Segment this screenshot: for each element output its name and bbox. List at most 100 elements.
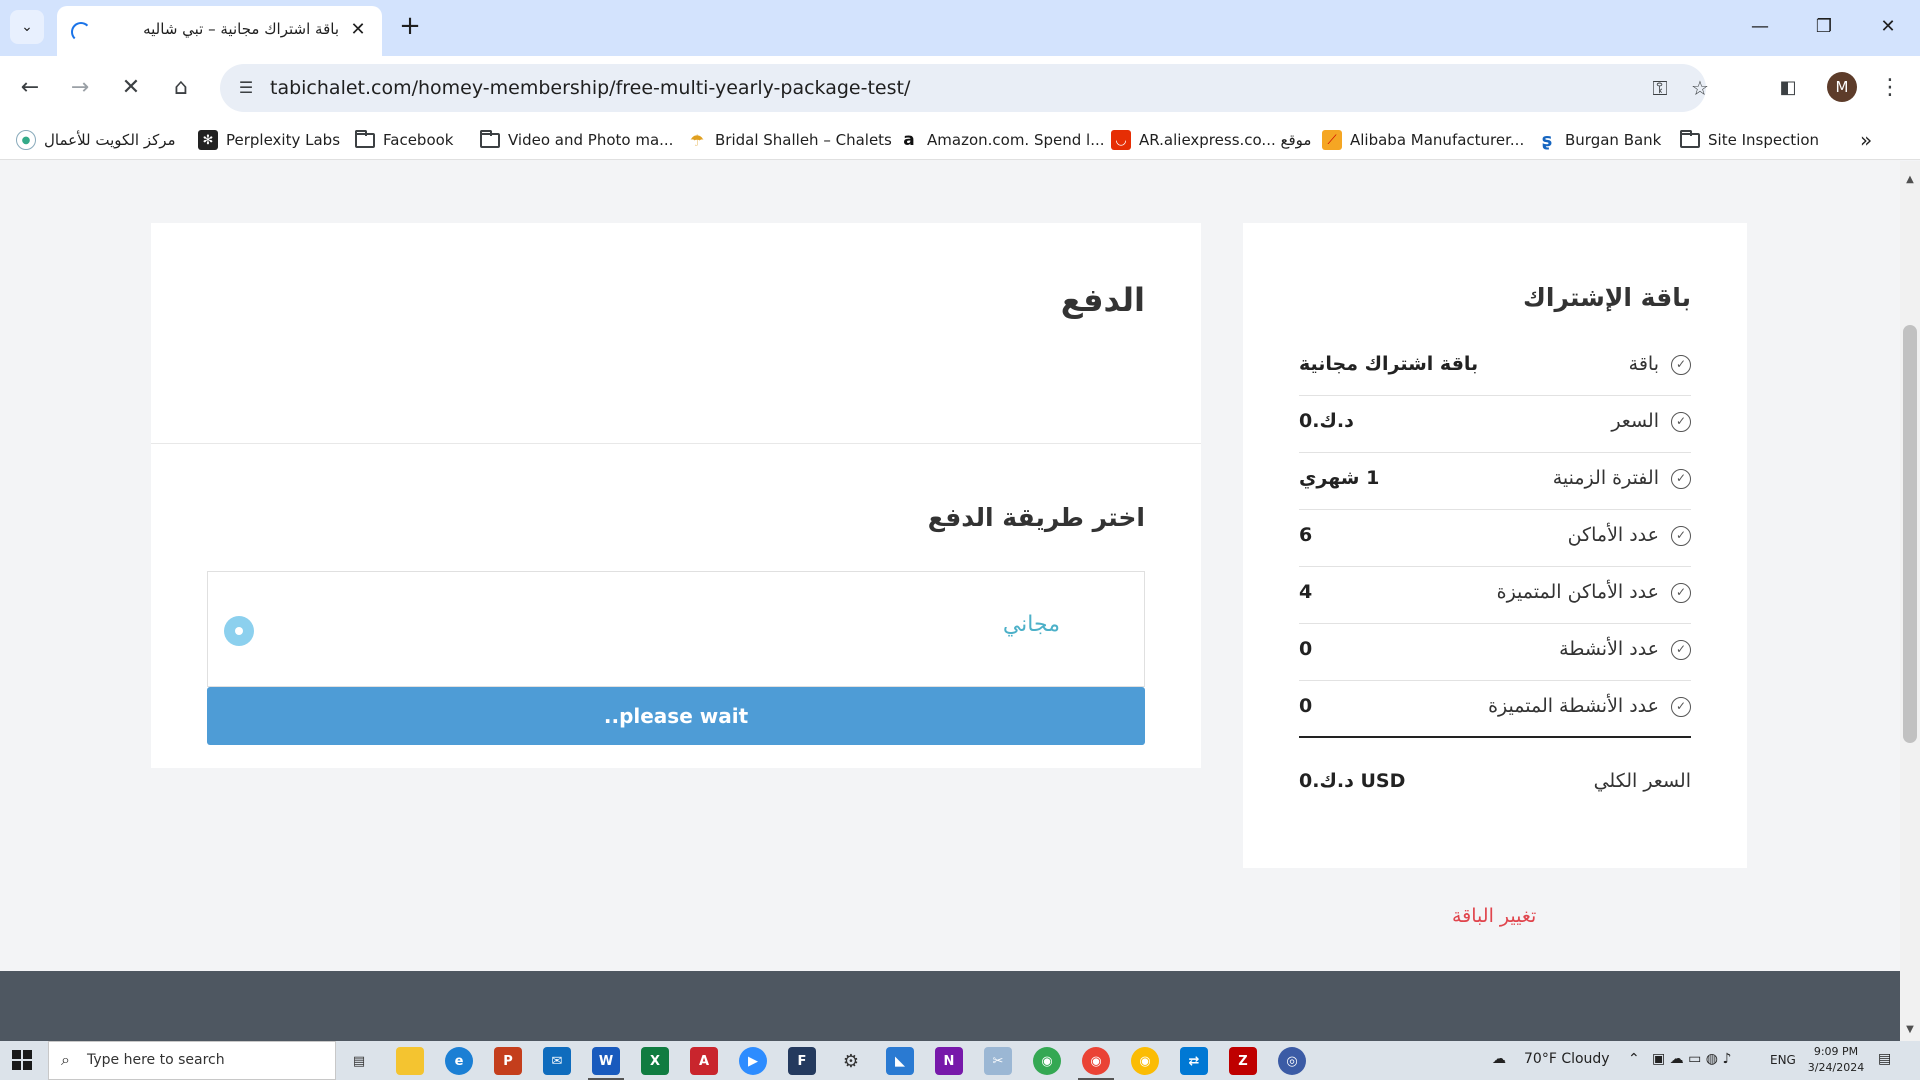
package-row-label: عدد الأنشطة المتميزة [1488,695,1659,717]
package-row-label: باقة [1628,353,1659,375]
tray-chevron-up-icon[interactable]: ⌃ [1628,1051,1640,1067]
amazon-icon: a [903,130,915,150]
weather-text[interactable]: 70°F Cloudy [1524,1051,1610,1067]
powerpoint-icon[interactable]: P [494,1047,522,1075]
side-panel-icon[interactable]: ◧ [1770,70,1806,106]
password-key-icon[interactable]: ⚿ [1646,74,1674,102]
planner-icon[interactable]: F [788,1047,816,1075]
bookmark-label: AR.aliexpress.co... موقع [1139,131,1312,149]
notifications-icon[interactable]: ▤ [1878,1051,1891,1067]
close-window-button[interactable]: ✕ [1868,10,1908,44]
task-view-icon[interactable]: ▤ [345,1047,373,1075]
package-row: ✓ عدد الأنشطة 0 [1299,624,1691,681]
tray-icons[interactable]: ▣ ☁ ▭ ◍ ♪ [1652,1051,1731,1067]
payment-title: الدفع [1060,281,1145,319]
tab-close-icon[interactable]: ✕ [346,18,370,42]
taskbar-search-box[interactable]: ⌕ Type here to search [48,1041,336,1080]
maximize-button[interactable]: ❐ [1804,10,1844,44]
burgan-icon: ʂ [1541,129,1553,151]
total-price-row: السعر الكلي د.ك.0 USD [1299,770,1691,810]
check-circle-icon: ✓ [1671,583,1691,603]
zoom-icon[interactable]: ▶ [739,1047,767,1075]
bookmark-item[interactable]: ◡ AR.aliexpress.co... موقع [1111,126,1311,154]
windows-start-icon[interactable] [12,1050,32,1070]
file-explorer-icon[interactable] [396,1047,424,1075]
tab-search-button[interactable]: ⌄ [10,10,44,44]
check-circle-icon: ✓ [1671,526,1691,546]
package-row: ✓ عدد الأماكن 6 [1299,510,1691,567]
package-row: ✓ السعر د.ك.0 [1299,396,1691,453]
umbrella-icon: ☂ [689,130,705,150]
edge-icon[interactable]: e [445,1047,473,1075]
minimize-button[interactable]: — [1740,10,1780,44]
check-circle-icon: ✓ [1671,640,1691,660]
scrollbar-thumb[interactable] [1903,325,1917,743]
new-tab-button[interactable]: + [395,12,425,42]
bookmark-item[interactable]: ⟋ Alibaba Manufacturer... [1322,126,1524,154]
excel-icon[interactable]: X [641,1047,669,1075]
menu-kebab-icon[interactable]: ⋮ [1872,70,1908,106]
url-text[interactable]: tabichalet.com/homey-membership/free-mul… [270,77,910,99]
bookmark-item[interactable]: Site Inspection [1680,126,1819,154]
payment-method-radio[interactable] [224,616,254,646]
bookmark-item[interactable]: ✻ Perplexity Labs [198,126,340,154]
package-row-label: عدد الأماكن المتميزة [1496,581,1659,603]
package-row-value: 6 [1299,524,1313,546]
payment-method-option[interactable]: مجاني [207,571,1145,687]
remote-desktop-icon[interactable]: ⇄ [1180,1047,1208,1075]
bookmark-item[interactable]: ☂ Bridal Shalleh – Chalets [687,126,892,154]
search-icon: ⌕ [61,1050,70,1069]
bookmark-item[interactable]: a Amazon.com. Spend l... [899,126,1104,154]
stop-loading-button[interactable]: ✕ [113,70,149,106]
bookmark-label: Burgan Bank [1565,131,1662,149]
folder-icon [1680,129,1700,148]
total-price-label: السعر الكلي [1593,770,1691,792]
bookmark-label: Facebook [383,131,454,149]
clock[interactable]: 9:09 PM 3/24/2024 [1806,1044,1866,1076]
mail-icon[interactable]: ✉ [543,1047,571,1075]
language-indicator[interactable]: ENG [1770,1053,1796,1067]
bookmark-item[interactable]: ● مركز الكويت للأعمال [16,126,176,154]
change-package-link[interactable]: تغيير الباقة [1452,905,1536,927]
weather-cloud-icon[interactable]: ☁ [1492,1051,1506,1067]
acrobat-icon[interactable]: A [690,1047,718,1075]
check-circle-icon: ✓ [1671,697,1691,717]
tab-strip: ⌄ باقة اشتراك مجانية – تبي شاليه ✕ + — ❐… [0,0,1920,56]
photos-icon[interactable]: ◣ [886,1047,914,1075]
scroll-up-arrow-icon[interactable]: ▲ [1900,171,1920,189]
word-icon[interactable]: W [592,1047,620,1075]
taskbar-search-placeholder: Type here to search [87,1052,225,1068]
address-bar[interactable]: ☰ tabichalet.com/homey-membership/free-m… [220,64,1709,112]
back-button[interactable]: ← [12,70,48,106]
check-circle-icon: ✓ [1671,355,1691,375]
profile-avatar[interactable]: M [1827,72,1857,102]
chrome-alt-icon[interactable]: ◉ [1131,1047,1159,1075]
chrome-icon[interactable]: ◉ [1033,1047,1061,1075]
package-row-value: باقة اشتراك مجانية [1299,353,1479,375]
chrome-profile-icon[interactable]: ◉ [1082,1047,1110,1075]
scroll-down-arrow-icon[interactable]: ▼ [1900,1021,1920,1039]
windows-taskbar: ⌕ Type here to search ▤ e P ✉ W X A ▶ F … [0,1041,1920,1080]
more-bookmarks-chevron-icon[interactable]: » [1860,126,1872,154]
onenote-icon[interactable]: N [935,1047,963,1075]
active-tab[interactable]: باقة اشتراك مجانية – تبي شاليه ✕ [57,6,382,56]
package-row-label: السعر [1611,410,1659,432]
radio-selected-dot [235,627,243,635]
submit-payment-button[interactable]: ..please wait [207,687,1145,745]
alibaba-icon: ⟋ [1322,130,1342,150]
bookmark-item[interactable]: Facebook [355,126,453,154]
bookmark-label: Bridal Shalleh – Chalets [715,131,892,149]
site-settings-icon[interactable]: ☰ [234,76,258,100]
snipping-tool-icon[interactable]: ✂ [984,1047,1012,1075]
forward-button[interactable]: → [62,70,98,106]
package-row: ✓ عدد الأماكن المتميزة 4 [1299,567,1691,624]
settings-gear-icon[interactable]: ⚙ [837,1047,865,1075]
bookmark-item[interactable]: Video and Photo ma... [480,126,673,154]
bookmark-star-icon[interactable]: ☆ [1686,74,1714,102]
payment-method-label: مجاني [1002,612,1060,637]
filezilla-icon[interactable]: Z [1229,1047,1257,1075]
app-icon[interactable]: ◎ [1278,1047,1306,1075]
loading-spinner-icon [71,22,91,42]
bookmark-item[interactable]: ʂ Burgan Bank [1537,126,1662,154]
home-button[interactable]: ⌂ [163,70,199,106]
